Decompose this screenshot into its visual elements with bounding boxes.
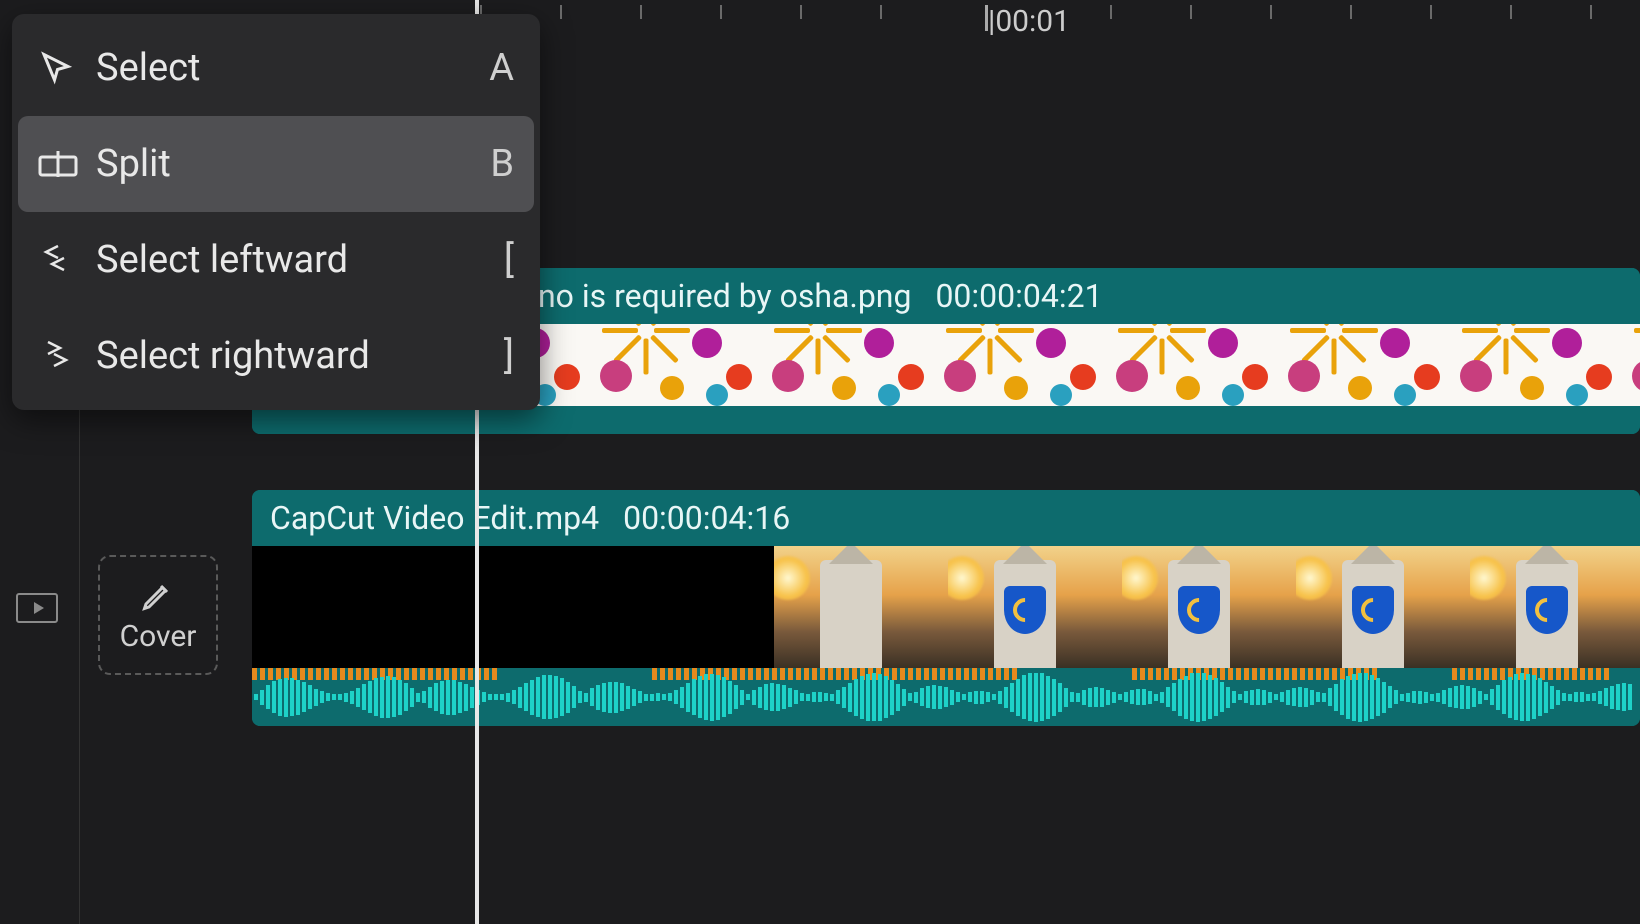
ruler-tick (1430, 5, 1432, 19)
ruler-tick (880, 5, 882, 19)
ruler-tick (1590, 5, 1592, 19)
ruler-tick (560, 5, 562, 19)
ruler-time-label: |00:01 (988, 4, 1070, 39)
clip-thumbnails (252, 546, 1640, 668)
select-rightward-icon (38, 336, 74, 376)
clip-duration: 00:00:04:16 (623, 499, 790, 537)
cursor-icon (38, 50, 74, 86)
ruler-tick (1190, 5, 1192, 19)
clip-audio-waveform (252, 668, 1640, 726)
menu-item-shortcut: B (490, 142, 514, 186)
menu-item-select[interactable]: Select A (18, 20, 534, 116)
ruler-tick (800, 5, 802, 19)
cover-button[interactable]: Cover (98, 555, 218, 675)
menu-item-shortcut: ] (504, 334, 514, 378)
cover-label: Cover (120, 619, 197, 654)
tool-context-menu: Select A Split B Select leftward [ (12, 14, 540, 410)
menu-item-select-leftward[interactable]: Select leftward [ (18, 212, 534, 308)
ruler-tick (1510, 5, 1512, 19)
menu-item-split[interactable]: Split B (18, 116, 534, 212)
ruler-tick (720, 5, 722, 19)
ruler-tick (1270, 5, 1272, 19)
menu-item-label: Select leftward (96, 238, 504, 282)
video-clip[interactable]: CapCut Video Edit.mp4 00:00:04:16 (252, 490, 1640, 726)
menu-item-shortcut: [ (504, 238, 514, 282)
menu-item-label: Select (96, 46, 489, 90)
preview-toggle-icon[interactable] (16, 593, 58, 623)
clip-footer (252, 406, 1640, 434)
clip-header: CapCut Video Edit.mp4 00:00:04:16 (252, 490, 1640, 546)
menu-item-label: Select rightward (96, 334, 504, 378)
menu-item-label: Split (96, 142, 490, 186)
clip-filename: CapCut Video Edit.mp4 (270, 499, 599, 537)
ruler-tick (640, 5, 642, 19)
ruler-tick (1110, 5, 1112, 19)
menu-item-select-rightward[interactable]: Select rightward ] (18, 308, 534, 404)
ruler-tick (1350, 5, 1352, 19)
clip-duration: 00:00:04:21 (935, 277, 1102, 315)
select-leftward-icon (38, 240, 74, 280)
split-icon (38, 149, 78, 179)
pencil-icon (140, 577, 176, 613)
menu-item-shortcut: A (489, 46, 514, 90)
